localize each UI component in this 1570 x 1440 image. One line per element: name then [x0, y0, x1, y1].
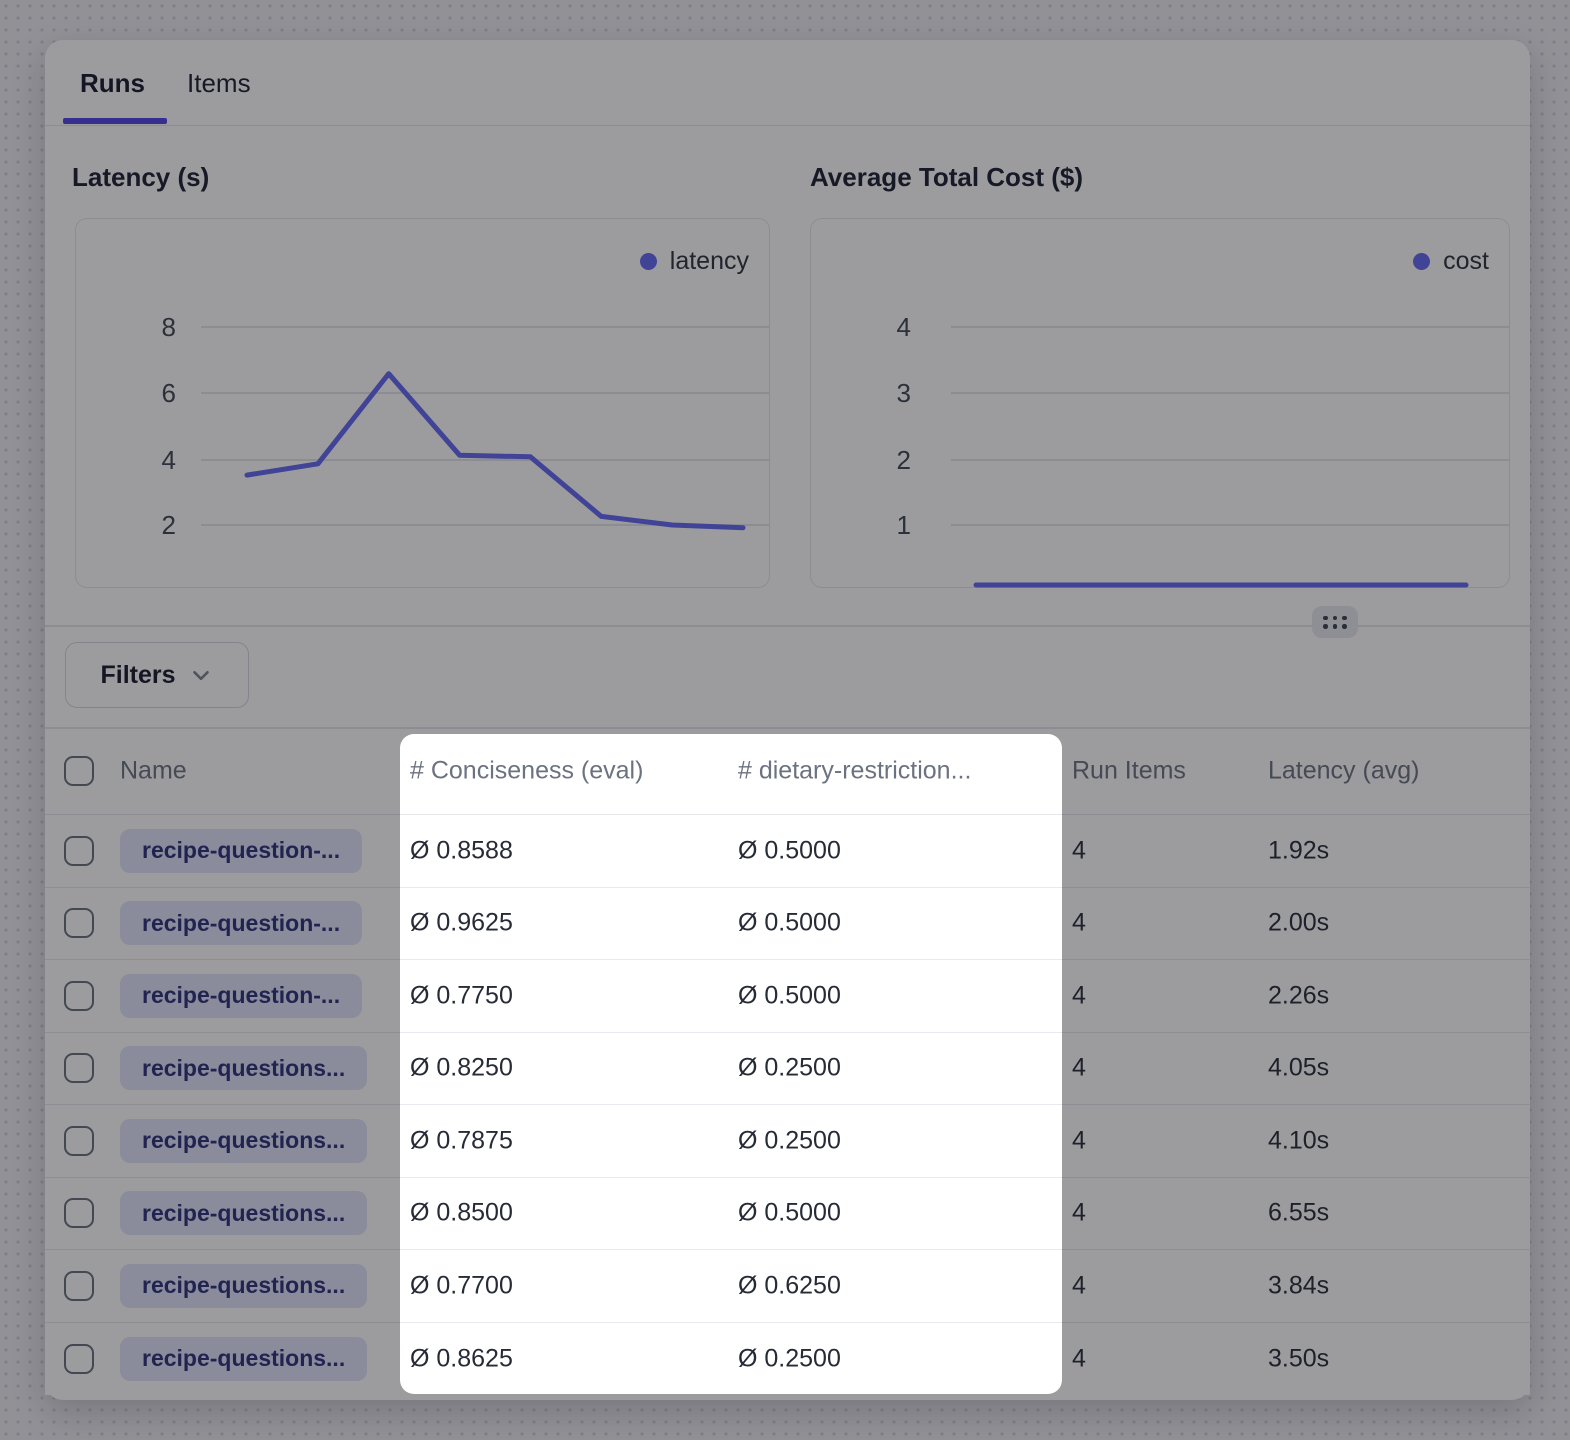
row-checkbox[interactable]: [64, 1126, 94, 1156]
dietary-restriction-score-cell: Ø 0.5000: [738, 1199, 841, 1228]
cost-chart-panel: 4 3 2 1 cost: [810, 218, 1510, 588]
svg-text:4: 4: [162, 445, 176, 475]
tabs-bar: Runs Items: [45, 40, 1530, 126]
row-checkbox[interactable]: [64, 1053, 94, 1083]
table-row[interactable]: recipe-questions... Ø 0.8625 Ø 0.2500 4 3.50…: [45, 1323, 1530, 1396]
table-row[interactable]: recipe-questions... Ø 0.7700 Ø 0.6250 4 3.84…: [45, 1250, 1530, 1323]
dietary-restriction-score-cell: Ø 0.5000: [738, 981, 841, 1010]
conciseness-score-cell: Ø 0.7875: [410, 1126, 513, 1155]
drag-handle[interactable]: [1312, 606, 1358, 638]
latency-avg-cell: 3.84s: [1268, 1271, 1329, 1300]
conciseness-score-cell: Ø 0.7700: [410, 1271, 513, 1300]
svg-text:3: 3: [897, 378, 911, 408]
cost-legend-label: cost: [1443, 247, 1489, 276]
run-items-cell: 4: [1072, 1054, 1086, 1083]
latency-avg-cell: 2.00s: [1268, 909, 1329, 938]
latency-avg-cell: 1.92s: [1268, 836, 1329, 865]
dietary-restriction-score-cell: Ø 0.2500: [738, 1054, 841, 1083]
page-background: { "tabs": { "items": [ { "label": "Runs"…: [0, 0, 1570, 1440]
svg-text:8: 8: [162, 312, 176, 342]
dietary-restriction-score-cell: Ø 0.5000: [738, 836, 841, 865]
table-row[interactable]: recipe-questions... Ø 0.8500 Ø 0.5000 4 6.55…: [45, 1178, 1530, 1251]
row-checkbox[interactable]: [64, 1344, 94, 1374]
table-row[interactable]: recipe-questions... Ø 0.7875 Ø 0.2500 4 4.10…: [45, 1105, 1530, 1178]
run-name-badge[interactable]: recipe-question-...: [120, 901, 362, 945]
run-name-badge[interactable]: recipe-questions...: [120, 1046, 367, 1090]
svg-text:2: 2: [897, 445, 911, 475]
latency-legend-label: latency: [670, 247, 749, 276]
dietary-restriction-score-cell: Ø 0.6250: [738, 1271, 841, 1300]
latency-avg-cell: 4.05s: [1268, 1054, 1329, 1083]
run-name-badge[interactable]: recipe-questions...: [120, 1119, 367, 1163]
latency-chart-title: Latency (s): [72, 162, 209, 193]
table-row[interactable]: recipe-question-... Ø 0.7750 Ø 0.5000 4 2.26…: [45, 960, 1530, 1033]
conciseness-score-cell: Ø 0.8250: [410, 1054, 513, 1083]
cost-legend: cost: [1413, 247, 1489, 276]
latency-avg-cell: 4.10s: [1268, 1126, 1329, 1155]
column-header-name[interactable]: Name: [120, 756, 187, 785]
drag-handle-icon: [1323, 616, 1347, 629]
latency-avg-cell: 2.26s: [1268, 981, 1329, 1010]
latency-legend-dot-icon: [640, 253, 657, 270]
run-name-badge[interactable]: recipe-questions...: [120, 1337, 367, 1381]
cost-line-chart: 4 3 2 1: [811, 219, 1511, 589]
column-header-dietary[interactable]: # dietary-restriction...: [738, 756, 971, 785]
table-row[interactable]: recipe-question-... Ø 0.9625 Ø 0.5000 4 2.00…: [45, 888, 1530, 961]
conciseness-score-cell: Ø 0.8588: [410, 836, 513, 865]
run-items-cell: 4: [1072, 1344, 1086, 1373]
cost-legend-dot-icon: [1413, 253, 1430, 270]
run-items-cell: 4: [1072, 1126, 1086, 1155]
latency-chart-panel: 8 6 4 2 latency: [75, 218, 770, 588]
row-checkbox[interactable]: [64, 1271, 94, 1301]
main-card: Runs Items Latency (s) Average Total Cos…: [45, 40, 1530, 1400]
tab-items[interactable]: Items: [187, 68, 251, 99]
tab-runs[interactable]: Runs: [80, 68, 145, 99]
run-name-badge[interactable]: recipe-questions...: [120, 1264, 367, 1308]
run-name-badge[interactable]: recipe-question-...: [120, 974, 362, 1018]
dietary-restriction-score-cell: Ø 0.2500: [738, 1344, 841, 1373]
run-name-badge[interactable]: recipe-questions...: [120, 1191, 367, 1235]
table-header-row: Name # Conciseness (eval) # dietary-rest…: [45, 727, 1530, 815]
row-checkbox[interactable]: [64, 981, 94, 1011]
run-items-cell: 4: [1072, 836, 1086, 865]
conciseness-score-cell: Ø 0.7750: [410, 981, 513, 1010]
conciseness-score-cell: Ø 0.9625: [410, 909, 513, 938]
run-items-cell: 4: [1072, 909, 1086, 938]
run-items-cell: 4: [1072, 1199, 1086, 1228]
svg-text:4: 4: [897, 312, 911, 342]
table-row[interactable]: recipe-question-... Ø 0.8588 Ø 0.5000 4 1.92…: [45, 815, 1530, 888]
conciseness-score-cell: Ø 0.8625: [410, 1344, 513, 1373]
latency-legend: latency: [640, 247, 749, 276]
dietary-restriction-score-cell: Ø 0.2500: [738, 1126, 841, 1155]
row-checkbox[interactable]: [64, 908, 94, 938]
conciseness-score-cell: Ø 0.8500: [410, 1199, 513, 1228]
svg-text:2: 2: [162, 510, 176, 540]
dietary-restriction-score-cell: Ø 0.5000: [738, 909, 841, 938]
table-row[interactable]: recipe-questions... Ø 0.8250 Ø 0.2500 4 4.05…: [45, 1033, 1530, 1106]
select-all-checkbox[interactable]: [64, 756, 94, 786]
filters-button-label: Filters: [100, 661, 175, 690]
charts-section-divider: [45, 625, 1530, 627]
latency-avg-cell: 3.50s: [1268, 1344, 1329, 1373]
chevron-down-icon: [188, 662, 214, 688]
run-name-badge[interactable]: recipe-question-...: [120, 829, 362, 873]
column-header-latency-avg[interactable]: Latency (avg): [1268, 756, 1419, 785]
cost-chart-title: Average Total Cost ($): [810, 162, 1083, 193]
filters-button[interactable]: Filters: [65, 642, 249, 708]
run-items-cell: 4: [1072, 981, 1086, 1010]
column-header-conciseness[interactable]: # Conciseness (eval): [410, 756, 643, 785]
svg-text:6: 6: [162, 378, 176, 408]
svg-text:1: 1: [897, 510, 911, 540]
latency-avg-cell: 6.55s: [1268, 1199, 1329, 1228]
column-header-run-items[interactable]: Run Items: [1072, 756, 1186, 785]
run-items-cell: 4: [1072, 1271, 1086, 1300]
active-tab-indicator: [63, 118, 167, 124]
row-checkbox[interactable]: [64, 836, 94, 866]
row-checkbox[interactable]: [64, 1198, 94, 1228]
